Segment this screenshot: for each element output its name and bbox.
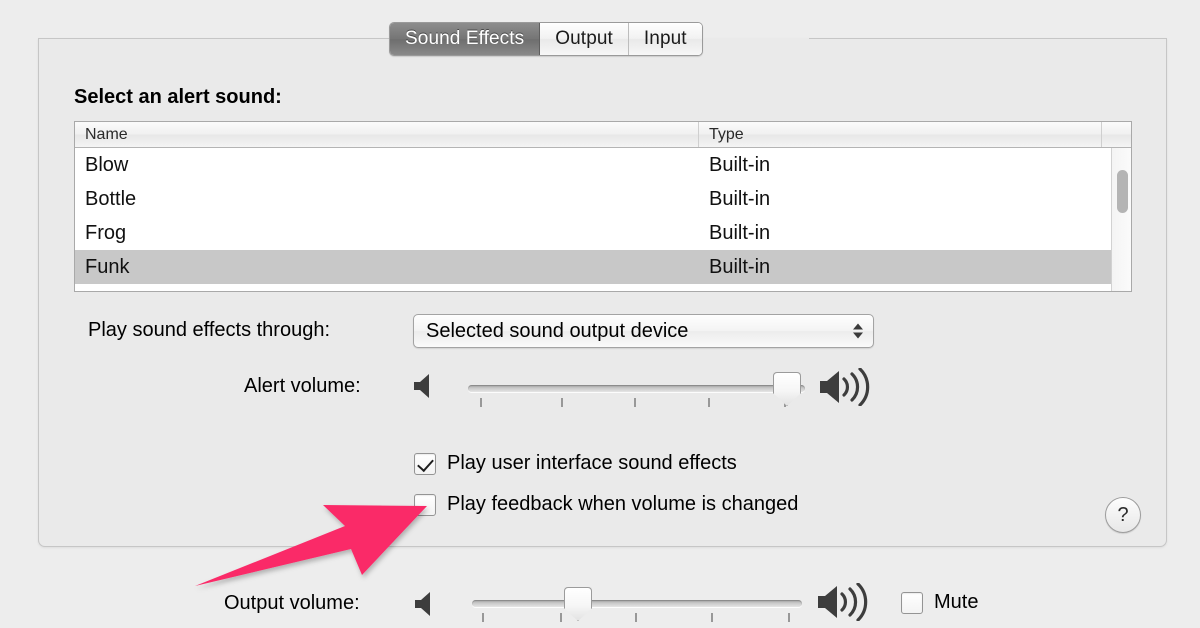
alert-volume-track[interactable] — [468, 385, 805, 392]
play-feedback-volume-label: Play feedback when volume is changed — [447, 493, 799, 515]
cell-name: Funk — [85, 255, 130, 278]
table-header-spacer — [1102, 122, 1131, 147]
play-feedback-volume-checkbox[interactable] — [414, 493, 436, 516]
checkbox-row-mute[interactable]: Mute — [901, 591, 978, 614]
tab-output-label: Output — [555, 28, 613, 49]
alert-volume-ticks — [468, 398, 805, 410]
sound-output-device-value: Selected sound output device — [426, 319, 689, 342]
alert-volume-label: Alert volume: — [244, 375, 361, 397]
tab-input[interactable]: Input — [628, 23, 702, 55]
table-header-row: Name Type — [75, 122, 1131, 148]
tabbar-rule-right — [809, 38, 1167, 39]
table-row-selected[interactable]: Funk Built-in — [75, 250, 1131, 284]
output-volume-label: Output volume: — [224, 592, 360, 614]
tab-bar: Sound Effects Output Input — [389, 22, 703, 56]
play-ui-sound-effects-checkbox[interactable] — [414, 452, 436, 475]
table-scrollbar[interactable] — [1111, 148, 1131, 291]
table-row[interactable]: Frog Built-in — [75, 216, 1131, 250]
tab-input-label: Input — [643, 28, 687, 49]
table-header-type[interactable]: Type — [699, 122, 1102, 147]
checkbox-row-play-feedback-volume[interactable]: Play feedback when volume is changed — [414, 493, 798, 516]
select-alert-sound-label: Select an alert sound: — [74, 86, 282, 108]
table-row[interactable]: Bottle Built-in — [75, 182, 1131, 216]
cell-name: Frog — [85, 221, 127, 244]
help-button[interactable]: ? — [1105, 497, 1141, 533]
cell-type: Built-in — [709, 255, 771, 278]
mute-label: Mute — [934, 591, 979, 613]
output-volume-track[interactable] — [472, 600, 802, 607]
tab-output[interactable]: Output — [540, 23, 629, 55]
play-ui-sound-effects-label: Play user interface sound effects — [447, 452, 737, 474]
table-header-name[interactable]: Name — [75, 122, 699, 147]
alert-sound-table[interactable]: Name Type Blow Built-in Bottle Built-in … — [74, 121, 1132, 292]
output-volume-ticks — [472, 613, 802, 625]
cell-type: Built-in — [709, 187, 771, 210]
tabbar-rule-left — [38, 38, 390, 39]
cell-type: Built-in — [709, 153, 771, 176]
table-scrollbar-thumb[interactable] — [1117, 170, 1128, 213]
tab-sound-effects-label: Sound Effects — [405, 28, 525, 49]
checkbox-row-play-ui-sound-effects[interactable]: Play user interface sound effects — [414, 452, 737, 475]
table-header-name-label: Name — [85, 125, 128, 143]
tab-sound-effects[interactable]: Sound Effects — [390, 23, 541, 55]
table-row[interactable]: Blow Built-in — [75, 148, 1131, 182]
cell-name: Blow — [85, 153, 129, 176]
speaker-loud-icon — [818, 583, 868, 621]
speaker-loud-icon — [820, 368, 870, 406]
cell-name: Bottle — [85, 187, 137, 210]
play-sound-effects-through-label: Play sound effects through: — [88, 319, 331, 341]
popup-stepper-arrows-icon — [853, 323, 863, 339]
mute-checkbox[interactable] — [901, 591, 923, 614]
speaker-quiet-icon — [414, 374, 429, 398]
cell-type: Built-in — [709, 221, 771, 244]
sound-output-device-popup[interactable]: Selected sound output device — [413, 314, 874, 348]
help-button-glyph: ? — [1117, 503, 1129, 526]
table-header-type-label: Type — [709, 125, 744, 143]
speaker-quiet-icon — [415, 592, 430, 616]
